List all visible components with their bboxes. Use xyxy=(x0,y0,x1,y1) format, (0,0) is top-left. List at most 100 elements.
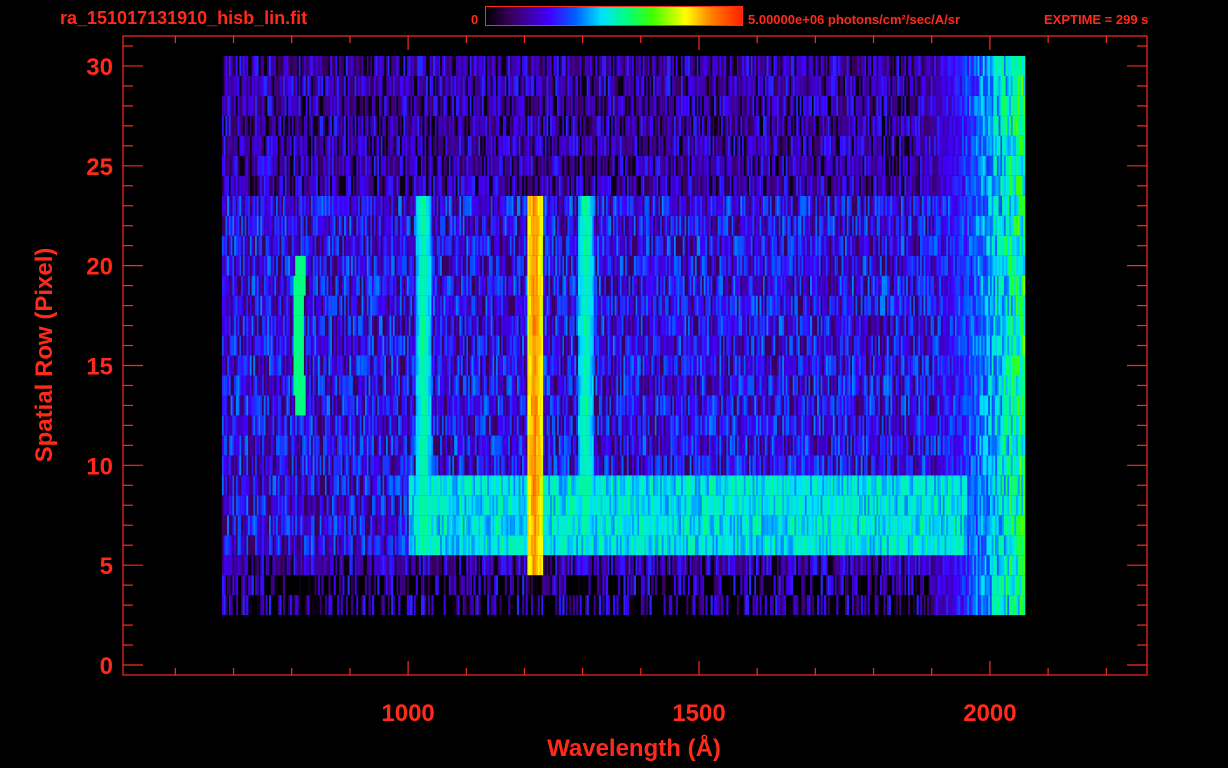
heatmap-cell xyxy=(860,595,863,616)
heatmap-cell xyxy=(354,575,357,596)
heatmap-cell xyxy=(516,595,520,616)
heatmap-cell xyxy=(276,575,279,596)
heatmap-cell xyxy=(710,595,713,616)
heatmap-cell xyxy=(576,595,579,616)
heatmap-cell xyxy=(377,575,380,596)
heatmap-cell xyxy=(633,575,636,596)
heatmap-cell xyxy=(869,575,872,596)
heatmap-cell xyxy=(598,595,602,616)
heatmap-cell xyxy=(927,595,930,616)
heatmap-cell xyxy=(701,595,705,616)
heatmap-cell xyxy=(672,595,675,616)
heatmap-cell xyxy=(298,595,301,616)
heatmap-cell xyxy=(427,595,431,616)
heatmap-cell xyxy=(831,575,834,596)
heatmap-cell xyxy=(857,595,860,616)
heatmap-cell xyxy=(705,595,708,616)
heatmap-cell xyxy=(537,595,540,616)
heatmap-cell xyxy=(387,595,390,616)
heatmap-cell xyxy=(693,595,696,616)
heatmap-cell xyxy=(637,575,640,596)
heatmap-cell xyxy=(398,595,401,616)
heatmap-cell xyxy=(309,575,312,596)
heatmap-cell xyxy=(642,595,645,616)
heatmap-cell xyxy=(626,575,630,596)
heatmap-cell xyxy=(454,575,457,596)
heatmap-cell xyxy=(578,575,581,596)
heatmap-cell xyxy=(548,575,551,596)
heatmap-cell xyxy=(522,575,525,596)
heatmap-cell xyxy=(623,575,626,596)
heatmap-cell xyxy=(478,595,481,616)
heatmap-cell xyxy=(874,575,877,596)
heatmap-cell xyxy=(740,575,743,596)
heatmap-cell xyxy=(686,595,689,616)
heatmap-cell xyxy=(516,575,520,596)
heatmap-cell xyxy=(848,575,851,596)
heatmap-cell xyxy=(393,595,396,616)
heatmap-cell xyxy=(771,595,774,616)
heatmap-cell xyxy=(511,575,514,596)
heatmap-cell xyxy=(619,595,623,616)
heatmap-cell xyxy=(859,575,862,596)
heatmap-cell xyxy=(403,575,406,596)
heatmap-cell xyxy=(719,575,722,596)
heatmap-cell xyxy=(913,595,916,616)
heatmap-cell xyxy=(899,595,902,616)
heatmap-cell xyxy=(342,575,345,596)
heatmap-cell xyxy=(223,575,226,596)
heatmap-cell xyxy=(478,575,481,596)
heatmap-cell xyxy=(511,595,514,616)
heatmap-cell xyxy=(834,575,837,596)
heatmap-cell xyxy=(1023,555,1026,576)
heatmap-cell xyxy=(663,595,666,616)
heatmap-cell xyxy=(836,595,839,616)
heatmap-cell xyxy=(272,575,275,596)
heatmap-cell xyxy=(572,595,575,616)
heatmap-cell xyxy=(347,575,350,596)
heatmap-cell xyxy=(651,575,654,596)
heatmap-cell xyxy=(443,595,446,616)
heatmap-cell xyxy=(612,595,616,616)
heatmap-cell xyxy=(333,575,336,596)
heatmap-cell xyxy=(749,595,752,616)
heatmap-cell xyxy=(729,575,732,596)
heatmap-cell xyxy=(820,575,823,596)
heatmap-cell xyxy=(721,595,724,616)
heatmap-cell xyxy=(283,575,286,596)
heatmap-cell xyxy=(499,595,502,616)
heatmap-cell xyxy=(616,595,619,616)
heatmap-cell xyxy=(773,575,776,596)
heatmap-cell xyxy=(462,575,465,596)
heatmap-cell xyxy=(789,595,792,616)
heatmap-cell xyxy=(846,595,849,616)
heatmap-cell xyxy=(667,575,670,596)
heatmap-cell xyxy=(892,575,895,596)
heatmap-cell xyxy=(864,595,867,616)
heatmap-cell xyxy=(290,595,293,616)
heatmap-cell xyxy=(564,575,567,596)
heatmap-cell xyxy=(1023,595,1026,616)
heatmap-cell xyxy=(473,575,476,596)
heatmap-cell xyxy=(391,575,394,596)
heatmap-cell xyxy=(373,575,376,596)
heatmap-cell xyxy=(298,575,301,596)
heatmap-cell xyxy=(916,595,919,616)
heatmap-cell xyxy=(841,575,844,596)
heatmap-cell xyxy=(602,595,605,616)
heatmap-cell xyxy=(808,595,811,616)
heatmap-cell xyxy=(464,595,467,616)
heatmap-cell xyxy=(490,575,493,596)
heatmap-cell xyxy=(1023,415,1026,436)
heatmap-cell xyxy=(532,575,535,596)
heatmap-cell xyxy=(415,575,418,596)
heatmap-cell xyxy=(745,575,748,596)
heatmap-cell xyxy=(256,575,259,596)
heatmap-cell xyxy=(820,595,823,616)
heatmap-cell xyxy=(811,595,815,616)
heatmap-cell xyxy=(569,595,572,616)
heatmap-cell xyxy=(338,575,342,596)
heatmap-cell xyxy=(736,595,739,616)
heatmap-cell xyxy=(1023,495,1026,516)
heatmap-cell xyxy=(920,595,923,616)
